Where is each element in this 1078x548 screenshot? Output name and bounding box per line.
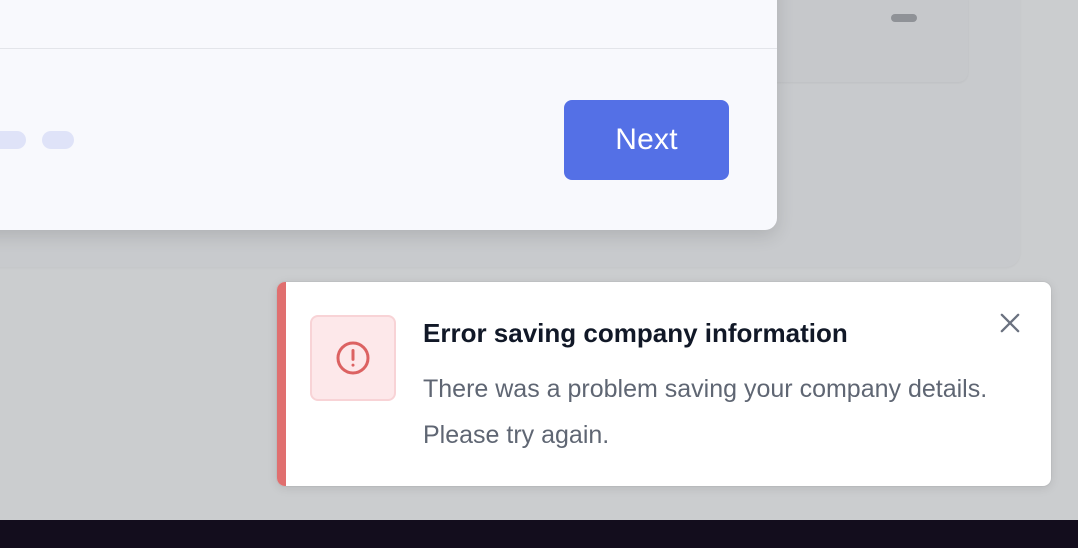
toast-message: There was a problem saving your company … <box>423 375 988 449</box>
onboarding-modal: Next <box>0 0 777 230</box>
bottom-bar <box>0 520 1078 548</box>
error-toast: Error saving company information There w… <box>277 282 1051 486</box>
modal-divider <box>0 48 777 49</box>
toast-accent-bar <box>277 282 286 486</box>
close-icon[interactable] <box>995 308 1025 338</box>
toast-icon-box <box>310 315 396 401</box>
step-indicator-2 <box>42 131 74 149</box>
background-panel <box>760 0 968 82</box>
more-options-icon <box>891 14 917 22</box>
next-button[interactable]: Next <box>564 100 729 180</box>
toast-title: Error saving company information <box>423 318 848 348</box>
step-indicator-1 <box>0 131 26 149</box>
alert-circle-icon <box>336 341 370 375</box>
